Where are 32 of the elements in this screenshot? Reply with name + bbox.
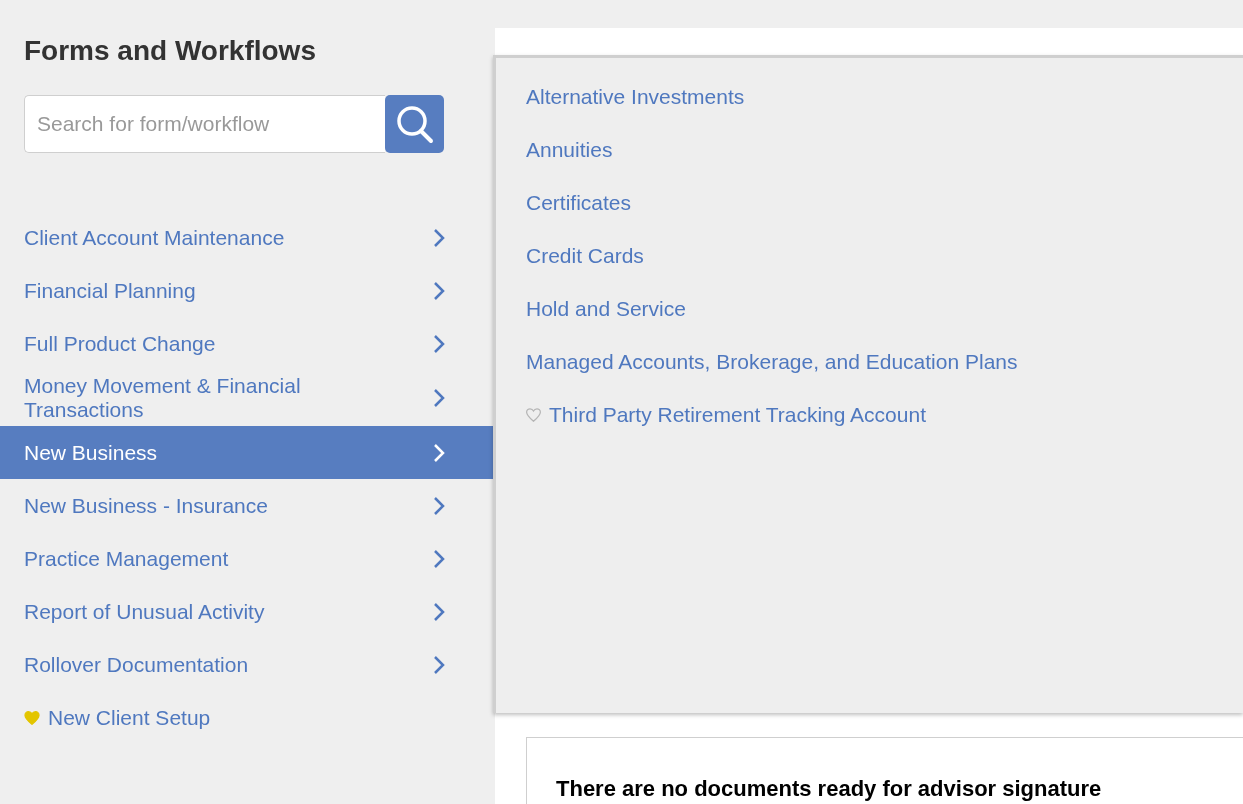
documents-message: There are no documents ready for advisor signature (556, 776, 1102, 801)
chevron-right-icon (433, 388, 445, 408)
favorite-link[interactable]: New Client Setup (48, 701, 211, 734)
category-item[interactable]: Rollover Documentation (0, 638, 495, 691)
flyout-link[interactable]: Managed Accounts, Brokerage, and Education Plans (526, 345, 1018, 378)
chevron-right-icon (433, 601, 445, 622)
category-item[interactable]: Report of Unusual Activity (0, 585, 495, 638)
category-item[interactable]: Financial Planning (0, 264, 495, 317)
chevron-right-icon (433, 495, 445, 516)
search-button[interactable] (385, 95, 444, 153)
chevron-right-icon (433, 333, 445, 354)
chevron-right-icon (433, 227, 445, 248)
flyout-link[interactable]: Alternative Investments (526, 80, 745, 113)
category-item[interactable]: Full Product Change (0, 317, 495, 370)
chevron-right-icon (433, 280, 445, 301)
chevron-right-icon (433, 548, 445, 569)
heart-icon[interactable] (526, 407, 541, 422)
category-item[interactable]: New Business (0, 426, 495, 479)
flyout-link[interactable]: Third Party Retirement Tracking Account (549, 398, 926, 431)
flyout-link[interactable]: Annuities (526, 133, 613, 166)
category-item[interactable]: Money Movement & Financial Transactions (0, 370, 495, 426)
category-item[interactable]: Practice Management (0, 532, 495, 585)
flyout-link[interactable]: Certificates (526, 186, 632, 219)
heart-icon[interactable] (24, 710, 40, 725)
flyout-link[interactable]: Credit Cards (526, 239, 644, 272)
search-field[interactable]: Search for form/workflow (24, 95, 385, 153)
chevron-right-icon (433, 654, 445, 675)
chevron-right-icon (433, 442, 445, 463)
sidebar-title: Forms and Workflows (24, 34, 317, 68)
flyout-link[interactable]: Hold and Service (526, 292, 686, 325)
category-item[interactable]: Client Account Maintenance (0, 211, 495, 264)
category-item[interactable]: New Business - Insurance (0, 479, 495, 532)
